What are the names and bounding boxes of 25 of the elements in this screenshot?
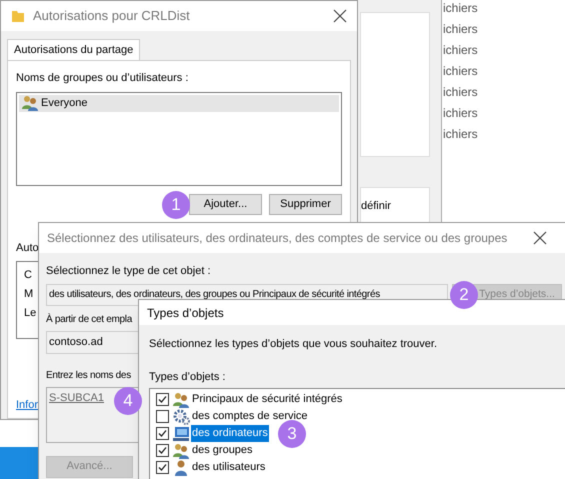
file-type-text: ichiers <box>443 21 478 38</box>
section-label: Auto <box>16 240 40 256</box>
callout-badge: 4 <box>114 386 142 414</box>
file-type-text: ichiers <box>443 105 478 122</box>
file-type-text: ichiers <box>443 63 478 80</box>
list-text: C <box>24 268 32 283</box>
file-type-text: ichiers <box>443 84 478 101</box>
file-type-text: ichiers <box>443 126 478 143</box>
panel-text: définir <box>361 199 391 214</box>
window-title: Sélectionnez des utilisateurs, des ordinateurs, des comptes de service ou des groupes <box>47 230 508 247</box>
callout-badge: 3 <box>278 420 306 448</box>
window-title: Types d’objets <box>147 304 224 322</box>
callout-badge: 1 <box>162 190 190 218</box>
list-text: M <box>24 287 34 302</box>
field-label: Types d’objets : <box>149 370 226 384</box>
instruction-text: Sélectionnez les types d’objets que vous souhaitez trouver. <box>149 337 438 352</box>
field-label: Noms de groupes ou d’utilisateurs : <box>16 71 190 86</box>
window-title: Autorisations pour CRLDist <box>33 7 191 26</box>
file-type-text: ichiers <box>443 42 478 59</box>
field-label: À partir de cet empla <box>46 312 132 326</box>
file-type-text: ichiers <box>443 0 478 17</box>
list-text: Le <box>24 306 36 321</box>
field-label: Sélectionnez le type de cet objet : <box>46 264 210 279</box>
callout-badge: 2 <box>450 280 478 308</box>
field-label: Entrez les noms des <box>46 368 131 382</box>
